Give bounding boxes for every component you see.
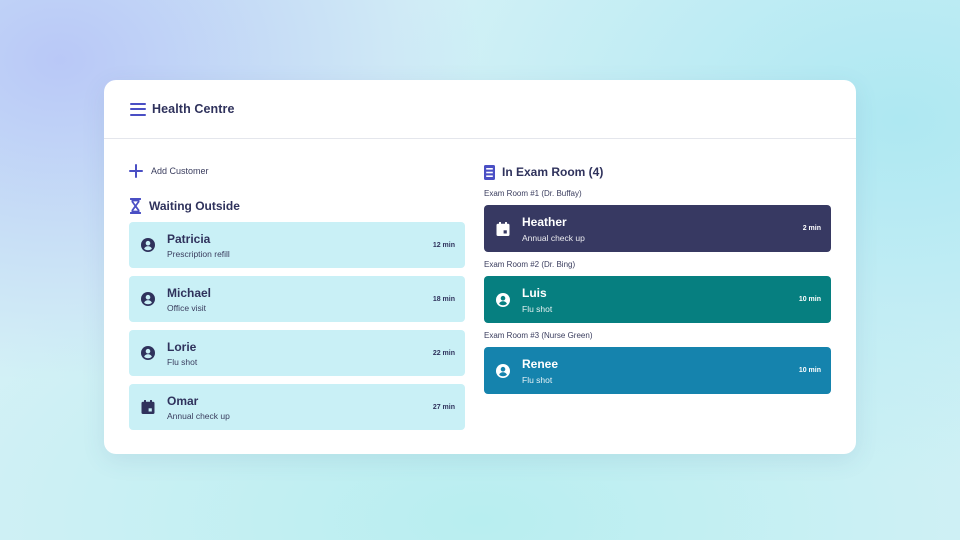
customer-name: Omar [167,393,199,408]
room-label: Exam Room #1 (Dr. Buffay) [484,189,582,198]
visit-reason: Flu shot [167,356,198,367]
user-icon [141,238,155,252]
waiting-card[interactable]: Lorie Flu shot 22 min [129,330,465,376]
app-title: Health Centre [152,102,235,116]
user-icon [141,346,155,360]
patient-name: Luis [522,285,547,300]
room-card[interactable]: Renee Flu shot 10 min [484,347,831,394]
exam-section-title: In Exam Room (4) [484,163,831,181]
wait-time: 18 min [432,295,455,303]
visit-reason: Annual check up [522,232,585,243]
visit-reason: Office visit [167,302,207,313]
user-icon [496,292,510,307]
exam-title: In Exam Room (4) [502,165,604,179]
add-customer-button[interactable]: Add Customer [129,163,465,179]
waiting-card[interactable]: Patricia Prescription refill 12 min [129,222,465,268]
room-card[interactable]: Heather Annual check up 2 min [484,205,831,252]
customer-name: Lorie [167,339,197,354]
room-label: Exam Room #2 (Dr. Bing) [484,260,576,269]
room-time: 2 min [802,225,821,232]
calendar-icon [141,400,155,414]
app-header: Health Centre [104,80,856,139]
clipboard-icon [484,164,495,180]
hourglass-icon [129,198,142,214]
exam-room-2: Exam Room #2 (Dr. Bing) Luis Flu shot 10… [484,260,831,323]
waiting-card[interactable]: Michael Office visit 18 min [129,276,465,322]
room-label: Exam Room #3 (Nurse Green) [484,331,593,340]
exam-room-1: Exam Room #1 (Dr. Buffay) Heather Annual… [484,189,831,252]
waiting-card[interactable]: Omar Annual check up 27 min [129,384,465,430]
room-time: 10 min [798,367,821,374]
patient-name: Renee [522,356,559,371]
wait-time: 22 min [432,349,455,357]
waiting-title: Waiting Outside [149,199,240,213]
waiting-list: Patricia Prescription refill 12 min Mich… [129,222,465,430]
customer-name: Michael [167,285,212,300]
add-customer-label: Add Customer [151,166,209,176]
exam-room-3: Exam Room #3 (Nurse Green) Renee Flu sho… [484,331,831,394]
customer-name: Patricia [167,231,211,246]
room-time: 10 min [798,296,821,303]
room-card[interactable]: Luis Flu shot 10 min [484,276,831,323]
user-icon [496,363,510,378]
visit-reason: Flu shot [522,374,553,385]
visit-reason: Flu shot [522,303,553,314]
visit-reason: Prescription refill [167,248,230,259]
calendar-icon [496,221,510,236]
main-panel: Health Centre Add Customer Waiting Outsi… [104,80,856,454]
patient-name: Heather [522,214,567,229]
user-icon [141,292,155,306]
visit-reason: Annual check up [167,410,230,421]
waiting-column: Add Customer Waiting Outside Patricia Pr… [129,163,465,438]
wait-time: 12 min [432,241,455,249]
plus-icon [129,164,143,178]
menu-icon[interactable] [130,102,146,116]
waiting-section-title: Waiting Outside [129,197,465,215]
exam-column: In Exam Room (4) Exam Room #1 (Dr. Buffa… [484,163,831,394]
wait-time: 27 min [432,403,455,411]
